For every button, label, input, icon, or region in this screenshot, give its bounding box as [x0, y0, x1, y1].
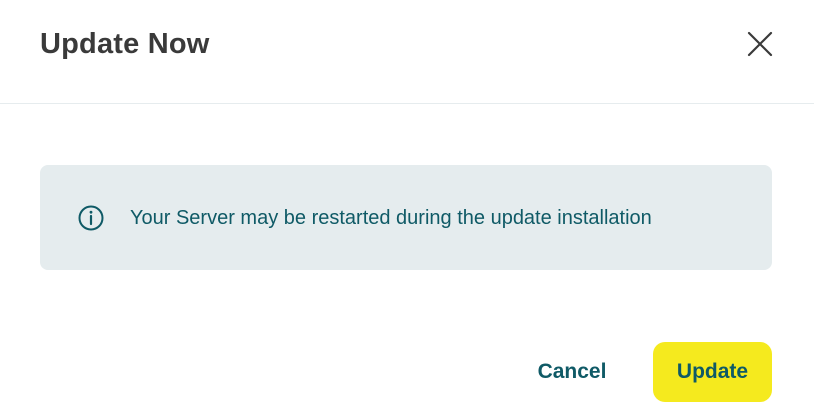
close-icon [747, 31, 773, 57]
notice-text: Your Server may be restarted during the … [130, 207, 652, 229]
update-dialog: Update Now Your Server may be restarted … [0, 0, 814, 417]
update-button[interactable]: Update [653, 342, 772, 402]
info-icon [78, 205, 104, 231]
dialog-title: Update Now [40, 28, 210, 60]
dialog-header: Update Now [0, 0, 814, 104]
close-button[interactable] [744, 28, 776, 60]
cancel-button[interactable]: Cancel [522, 342, 622, 402]
info-notice: Your Server may be restarted during the … [40, 165, 772, 270]
